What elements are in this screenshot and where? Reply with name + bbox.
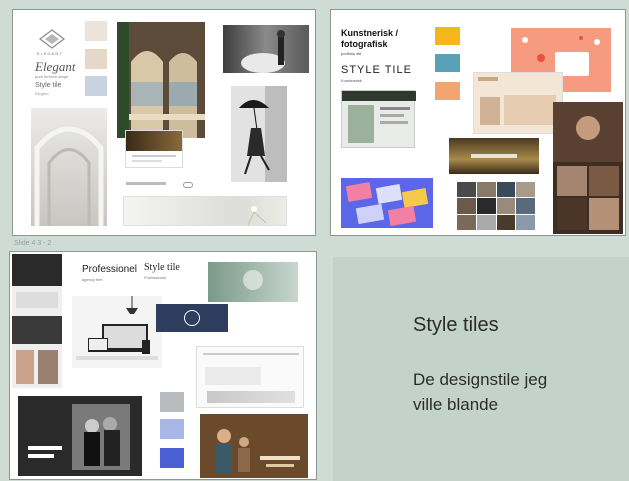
slide-title: Elegant [35, 59, 76, 74]
style-tile-label: Style tile [144, 262, 180, 273]
slide-thumbnail-2[interactable]: Kunstnerisk / fotografisk portfolio stil… [330, 9, 626, 236]
light-gradient-panel [123, 196, 287, 226]
dark-website-column [12, 254, 62, 388]
slide-label: Slide 4 3 - 2 [14, 240, 52, 247]
slide-thumbnail-3[interactable]: Professionel agency feel Style tile Prof… [9, 251, 317, 480]
style-tile-sub: Kunstnerisk [341, 78, 362, 83]
white-website [196, 346, 304, 408]
color-swatch [435, 27, 460, 45]
color-swatch [435, 54, 460, 72]
color-swatch [160, 419, 184, 439]
slide-title-line-2: fotografisk [341, 39, 388, 49]
color-swatch [435, 82, 460, 100]
slide-body-line-1: De designstile jeg [413, 370, 548, 389]
color-swatch [85, 49, 107, 69]
bw-couple-website [18, 396, 142, 476]
color-swatch [160, 392, 184, 412]
bride-photo [223, 25, 309, 73]
green-photo [208, 262, 298, 302]
small-text-strip [126, 182, 166, 185]
blue-ui-collage [341, 178, 433, 228]
navy-logo-card [156, 304, 228, 332]
slide-title: Style tiles [413, 314, 499, 336]
style-heading: Professionel [82, 264, 138, 275]
color-swatch [85, 76, 107, 96]
style-heading-sub: agency feel [82, 277, 103, 282]
slide-body-line-2: ville blande [413, 395, 499, 414]
slide-title-line-1: Kunstnerisk / [341, 28, 399, 38]
website-mockup-green [341, 90, 416, 148]
umbrella-photo [231, 86, 287, 182]
style-tile-label: Style tile [35, 82, 62, 89]
website-mockup [125, 130, 183, 168]
forest-banner [449, 138, 539, 174]
arched-balcony-photo [117, 22, 205, 138]
architecture-photo [31, 108, 107, 226]
family-photo [200, 414, 308, 478]
slide-subtitle: pure feminin sørge [35, 74, 69, 79]
logo-text: ELEGANT [37, 51, 63, 56]
style-tile-label: STYLE TILE [341, 64, 412, 76]
color-swatch [160, 448, 184, 468]
slide-thumbnail-1[interactable]: ELEGANT Elegant pure feminin sørge Style… [12, 9, 316, 236]
diamond-logo-icon [39, 29, 65, 49]
slide-subtitle: portfolio stil [341, 51, 362, 56]
photo-grid [457, 182, 535, 230]
style-tile-sub: Elegant [35, 91, 49, 96]
slide-thumbnail-4[interactable]: Style tiles De designstile jeg ville bla… [333, 257, 629, 481]
style-tile-sub: Professionel [144, 275, 167, 280]
small-icon [183, 182, 193, 188]
device-mockup [72, 296, 162, 368]
portrait-collage [553, 102, 623, 234]
color-swatch [85, 21, 107, 41]
logo-badge [37, 29, 67, 49]
website-mockup-beige [473, 72, 563, 134]
